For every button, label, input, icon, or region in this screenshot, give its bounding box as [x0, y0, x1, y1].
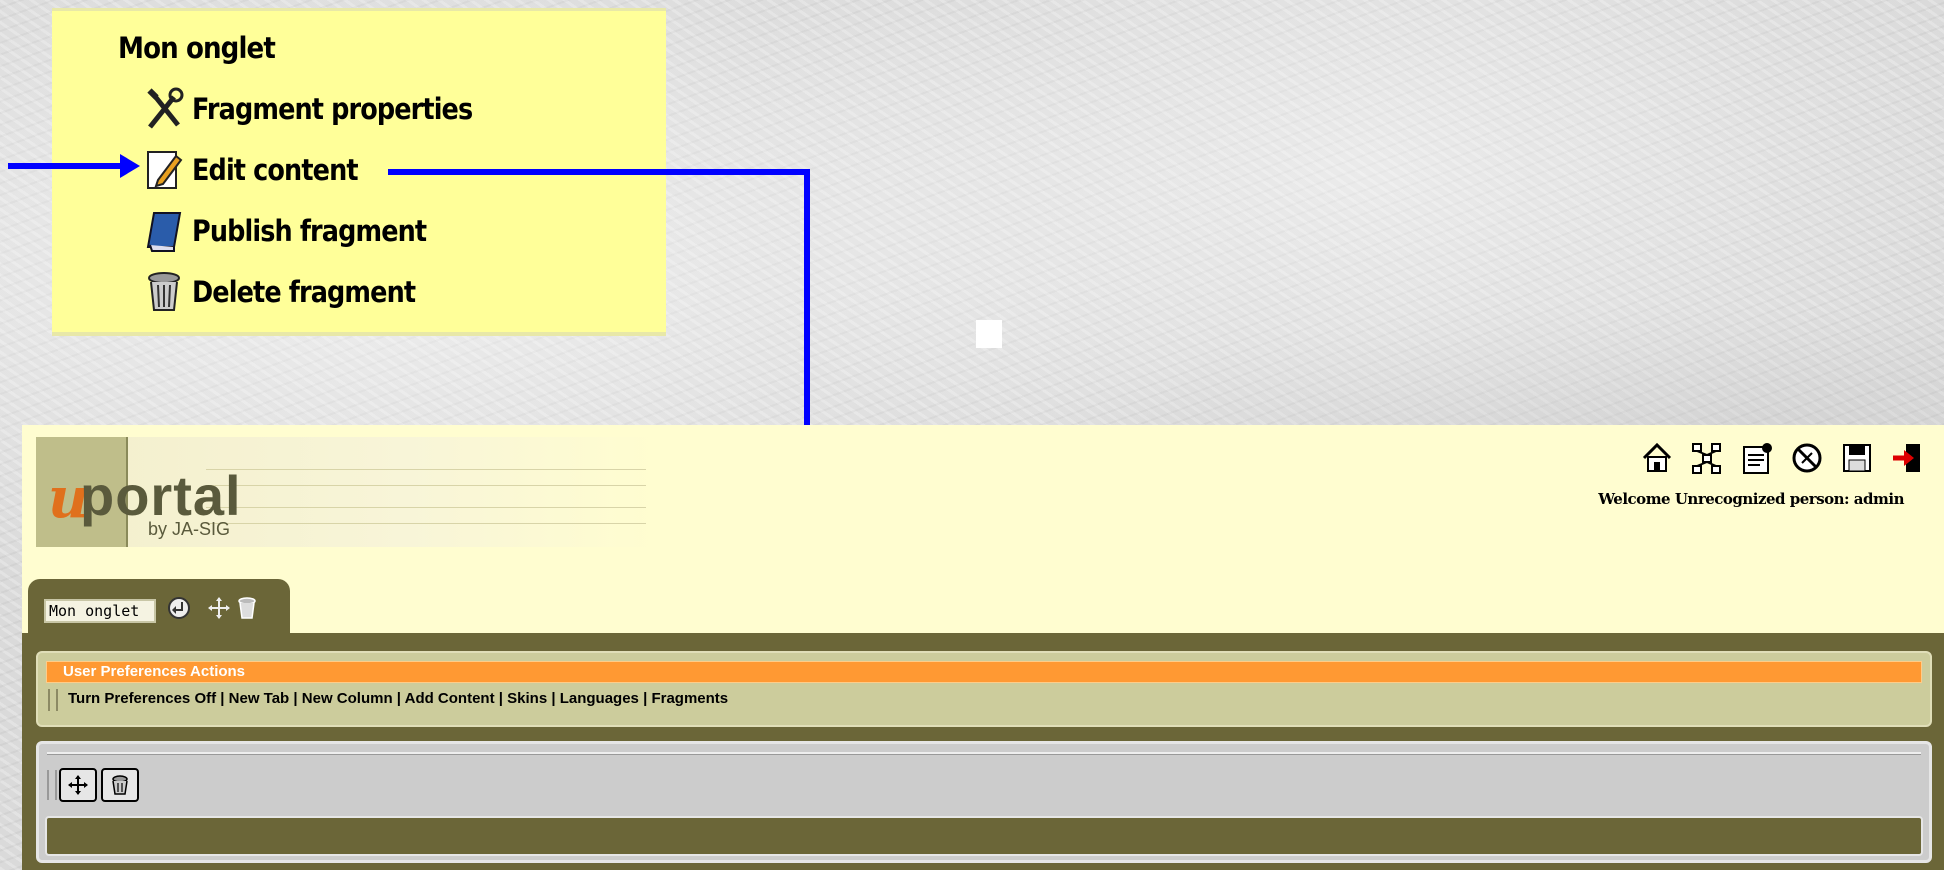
preferences-action-links: Turn Preferences Off | New Tab | New Col…	[68, 690, 728, 707]
move-column-button[interactable]	[59, 768, 97, 802]
preferences-title: User Preferences Actions	[63, 663, 246, 680]
menu-item-label: Fragment properties	[192, 92, 473, 126]
link-separator: |	[289, 690, 302, 707]
preferences-title-bar: User Preferences Actions	[46, 661, 1922, 683]
home-icon[interactable]	[1638, 439, 1676, 477]
link-fragments[interactable]: Fragments	[651, 690, 728, 707]
logo-by-jasig: by JA-SIG	[148, 519, 231, 539]
publish-book-icon	[144, 209, 184, 253]
link-separator: |	[638, 690, 652, 707]
column-container	[36, 741, 1932, 863]
trash-icon	[112, 775, 128, 795]
link-languages[interactable]: Languages	[560, 690, 639, 707]
delete-column-button[interactable]	[101, 768, 139, 802]
link-separator: |	[494, 690, 508, 707]
edit-content-icon	[144, 148, 184, 192]
logout-icon[interactable]	[1888, 439, 1926, 477]
pointer-arrow-head	[120, 154, 140, 178]
menu-item-label: Delete fragment	[192, 275, 416, 309]
uportal-logo[interactable]: u portal by JA-SIG	[36, 437, 656, 547]
link-new-column[interactable]: New Column	[302, 690, 393, 707]
channel-tree-icon[interactable]	[1688, 439, 1726, 477]
link-turn-preferences-off[interactable]: Turn Preferences Off	[68, 690, 216, 707]
menu-item-label: Publish fragment	[192, 214, 427, 248]
menu-item-label: Edit content	[192, 153, 359, 187]
logo-line	[206, 485, 646, 486]
tab-move-icon[interactable]	[206, 595, 232, 621]
link-separator: |	[216, 690, 229, 707]
column-drag-handle[interactable]	[47, 770, 57, 800]
link-add-content[interactable]: Add Content	[405, 690, 495, 707]
menu-title: Mon onglet	[118, 31, 276, 65]
menu-item-delete-fragment[interactable]: Delete fragment	[144, 268, 446, 316]
menu-item-publish-fragment[interactable]: Publish fragment	[144, 207, 458, 255]
link-separator: |	[392, 690, 405, 707]
trash-icon	[144, 270, 184, 314]
preferences-icon[interactable]	[1738, 439, 1776, 477]
tools-icon	[144, 87, 184, 131]
column-content-area	[45, 816, 1923, 856]
link-new-tab[interactable]: New Tab	[229, 690, 290, 707]
logo-line	[206, 507, 646, 508]
menu-item-fragment-properties[interactable]: Fragment properties	[144, 85, 511, 133]
white-square	[976, 320, 1002, 348]
tab-delete-icon[interactable]	[234, 595, 260, 621]
logo-line	[206, 523, 646, 524]
column-divider	[47, 752, 1921, 755]
save-icon[interactable]	[1838, 439, 1876, 477]
connector-arrow-horizontal	[388, 169, 810, 175]
user-preferences-channel: User Preferences Actions Turn Preference…	[36, 651, 1932, 727]
logo-line	[206, 469, 646, 470]
tab-mon-onglet[interactable]	[28, 579, 290, 635]
tab-rename-icon[interactable]	[166, 595, 192, 621]
pointer-arrow-line	[8, 163, 126, 169]
drag-handle[interactable]	[48, 689, 58, 711]
welcome-message: Welcome Unrecognized person: admin	[1598, 490, 1904, 508]
portal-toolbar	[1638, 439, 1926, 477]
uportal-window: u portal by JA-SIG Welcome Unrecognized …	[22, 425, 1944, 870]
link-skins[interactable]: Skins	[507, 690, 547, 707]
disable-icon[interactable]	[1788, 439, 1826, 477]
link-separator: |	[547, 690, 560, 707]
menu-item-edit-content[interactable]: Edit content	[144, 146, 380, 194]
tab-name-input[interactable]	[44, 599, 156, 623]
move-icon	[68, 775, 88, 795]
